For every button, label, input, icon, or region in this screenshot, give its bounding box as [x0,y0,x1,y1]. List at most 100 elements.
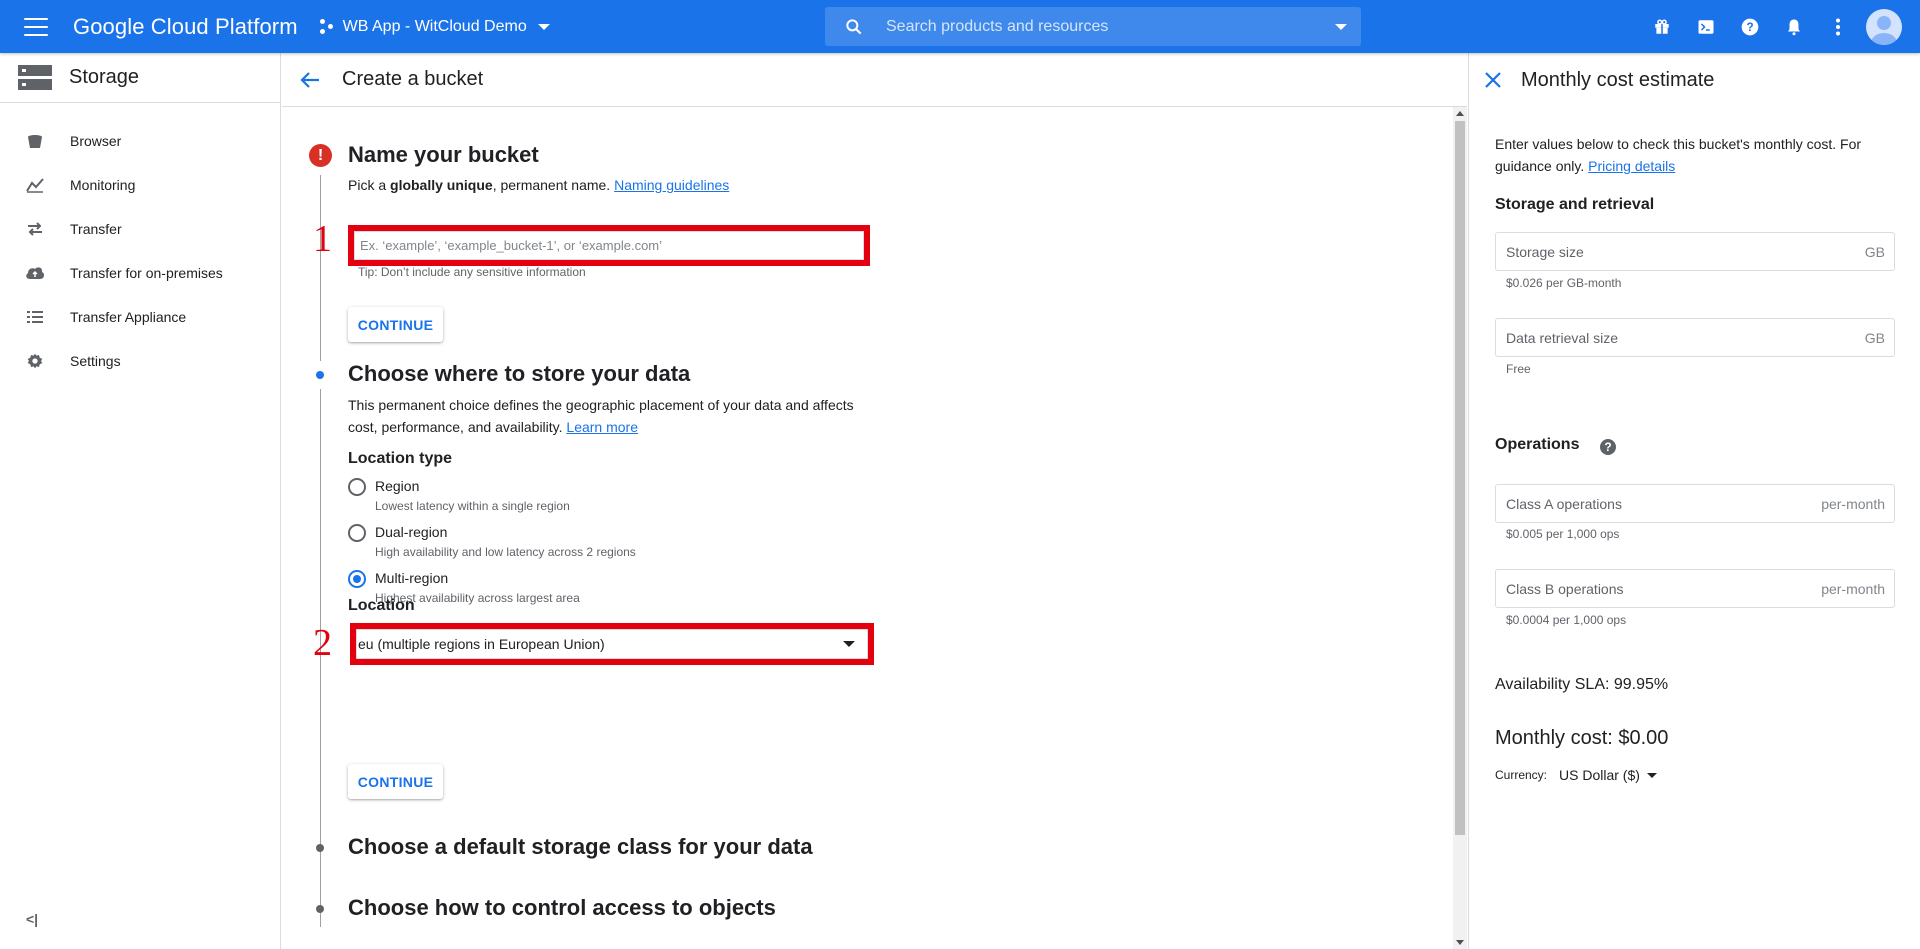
sidebar-item-label: Transfer Appliance [70,309,187,325]
step-name-bucket-title: Name your bucket [348,142,539,167]
storage-size-hint: $0.026 per GB-month [1506,276,1622,290]
bucket-name-input-wrap [354,231,864,260]
unit-suffix: GB [1864,243,1885,260]
location-select-wrap: eu (multiple regions in European Union) [356,629,868,659]
nav-header: Storage [0,53,280,103]
radio-region[interactable]: Region Lowest latency within a single reg… [348,475,570,515]
class-b-input[interactable] [1496,570,1822,607]
class-b-hint: $0.0004 per 1,000 ops [1506,613,1627,627]
sidebar-item-label: Settings [70,353,121,369]
step-connector [320,175,321,361]
svg-text:?: ? [1746,21,1753,34]
location-type-label: Location type [348,450,453,467]
cloud-upload-icon [23,261,47,285]
scroll-up-icon[interactable] [1456,111,1464,116]
learn-more-link[interactable]: Learn more [566,419,638,435]
stepper-form: ! Name your bucket Pick a globally uniqu… [282,107,1467,949]
retrieval-size-hint: Free [1506,362,1531,376]
help-icon[interactable]: ? [1600,439,1616,455]
collapse-nav-icon[interactable]: <| [26,911,38,927]
close-icon[interactable] [1485,72,1501,88]
sidebar-item-settings[interactable]: Settings [0,339,280,383]
radio-button[interactable] [348,478,366,496]
sidebar-item-label: Monitoring [70,177,136,193]
continue-button-step1[interactable]: CONTINUE [348,307,443,342]
naming-guidelines-link[interactable]: Naming guidelines [614,177,729,193]
currency-label: Currency: [1495,768,1548,782]
menu-icon[interactable] [24,17,48,36]
cost-estimate-panel: Monthly cost estimate Enter values below… [1468,53,1920,949]
radio-dual-region[interactable]: Dual-region High availability and low lat… [348,521,636,561]
project-name: WB App - WitCloud Demo [342,17,527,35]
nav-title: Storage [69,66,140,88]
sidebar-item-transfer-on-premises[interactable]: Transfer for on-premises [0,251,280,295]
location-label: Location [348,597,415,614]
gift-icon[interactable] [1640,5,1684,49]
error-icon: ! [309,144,332,167]
top-app-bar: Google Cloud Platform WB App - WitCloud … [0,0,1920,53]
sidebar-item-label: Transfer [70,221,122,237]
pricing-details-link[interactable]: Pricing details [1588,158,1675,174]
location-select[interactable]: eu (multiple regions in European Union) [356,629,868,659]
annotation-marker-2: 2 [313,622,332,664]
step-location-title: Choose where to store your data [348,361,691,386]
step-storage-class-title[interactable]: Choose a default storage class for your … [348,834,813,860]
chart-icon [23,173,47,197]
unit-suffix: GB [1864,329,1885,346]
step1-description: Pick a globally unique, permanent name. … [348,177,730,193]
transfer-icon [23,217,47,241]
storage-size-input[interactable] [1496,233,1865,270]
availability-sla: Availability SLA: 99.95% [1495,676,1669,693]
unit-suffix: per-month [1821,580,1885,597]
monthly-cost: Monthly cost: $0.00 [1495,727,1669,749]
retrieval-size-field[interactable]: GB [1495,318,1895,357]
step-access-control-title[interactable]: Choose how to control access to objects [348,895,776,921]
location-selected-value: eu (multiple regions in European Union) [358,636,605,652]
search-bar[interactable]: Search products and resources [825,7,1361,46]
step-bullet [316,844,324,852]
storage-icon [18,64,52,90]
notifications-icon[interactable] [1772,5,1816,49]
brand-title[interactable]: Google Cloud Platform [73,14,298,40]
currency-select[interactable]: US Dollar ($) [1559,767,1657,783]
help-icon[interactable]: ? [1728,5,1772,49]
scrollbar[interactable] [1453,107,1467,949]
project-icon [319,18,334,35]
cloud-shell-icon[interactable] [1684,5,1728,49]
storage-size-field[interactable]: GB [1495,232,1895,271]
retrieval-size-input[interactable] [1496,319,1865,356]
page-header: Create a bucket [282,53,1467,107]
scrollbar-thumb[interactable] [1455,121,1465,835]
sidebar-item-transfer[interactable]: Transfer [0,207,280,251]
step2-description: This permanent choice defines the geogra… [348,397,854,435]
sidebar-item-transfer-appliance[interactable]: Transfer Appliance [0,295,280,339]
panel-header: Monthly cost estimate [1469,53,1920,107]
currency-row: Currency: US Dollar ($) [1495,767,1657,783]
radio-button[interactable] [348,524,366,542]
chevron-down-icon [1646,772,1657,778]
sidebar-item-monitoring[interactable]: Monitoring [0,163,280,207]
sidebar-item-label: Browser [70,133,122,149]
back-arrow-icon[interactable] [300,71,320,89]
bucket-name-input[interactable] [354,231,864,260]
class-a-field[interactable]: per-month [1495,484,1895,523]
input-tip: Tip: Don’t include any sensitive informa… [358,265,586,279]
appliance-icon [23,305,47,329]
more-vert-icon[interactable] [1816,5,1860,49]
operations-heading: Operations [1495,436,1580,453]
scroll-down-icon[interactable] [1456,940,1464,945]
bucket-icon [23,129,47,153]
sidebar-item-label: Transfer for on-premises [70,265,223,281]
class-b-field[interactable]: per-month [1495,569,1895,608]
chevron-down-icon [537,23,550,30]
account-avatar[interactable] [1866,8,1902,45]
radio-button-selected[interactable] [348,570,366,588]
class-a-input[interactable] [1496,485,1822,522]
page-title: Create a bucket [342,68,484,90]
continue-button-step2[interactable]: CONTINUE [348,764,443,799]
sidebar-item-browser[interactable]: Browser [0,119,280,163]
step-bullet [316,905,324,913]
search-dropdown-icon[interactable] [1335,24,1347,30]
search-placeholder: Search products and resources [886,17,1109,35]
project-selector[interactable]: WB App - WitCloud Demo [319,17,550,36]
